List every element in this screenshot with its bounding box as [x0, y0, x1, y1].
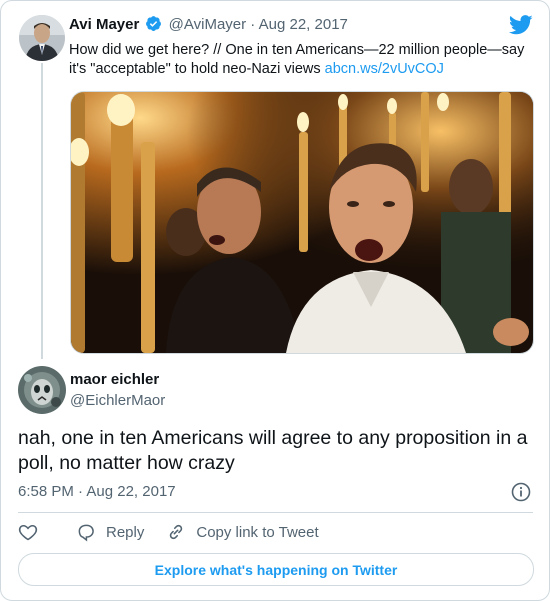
- header-separator: ·: [250, 16, 256, 33]
- timestamp-separator: ·: [78, 483, 84, 500]
- quoted-display-name[interactable]: Avi Mayer: [69, 16, 139, 33]
- thread-connector-line: [41, 63, 43, 359]
- reply-button[interactable]: Reply: [76, 522, 144, 542]
- quoted-handle[interactable]: @AviMayer: [169, 16, 246, 33]
- tweet-date: Aug 22, 2017: [86, 483, 176, 500]
- divider: [18, 512, 533, 513]
- reply-tweet-text: nah, one in ten Americans will agree to …: [18, 427, 528, 474]
- reply-handle[interactable]: @EichlerMaor: [70, 392, 165, 409]
- tweet-time: 6:58 PM: [18, 483, 74, 500]
- quoted-tweet-text: How did we get here? // One in ten Ameri…: [69, 41, 529, 79]
- quoted-tweet-link[interactable]: abcn.ws/2vUvCOJ: [325, 61, 444, 77]
- quoted-date[interactable]: Aug 22, 2017: [259, 16, 348, 33]
- reply-label: Reply: [106, 523, 145, 541]
- link-icon: [170, 524, 183, 540]
- info-icon[interactable]: [511, 482, 531, 507]
- tweet-timestamp[interactable]: 6:58 PM · Aug 22, 2017: [18, 483, 176, 500]
- quoted-tweet-header: Avi Mayer @AviMayer · Aug 22, 2017: [69, 15, 348, 36]
- copy-link-label: Copy link to Tweet: [196, 523, 319, 541]
- heart-icon: [18, 524, 38, 541]
- torch-rally-photo[interactable]: [70, 91, 534, 354]
- reply-display-name[interactable]: maor eichler: [70, 371, 159, 388]
- explore-twitter-button[interactable]: Explore what's happening on Twitter: [18, 553, 534, 586]
- tweet-card: Avi Mayer @AviMayer · Aug 22, 2017 How d…: [0, 0, 550, 601]
- copy-link-button[interactable]: Copy link to Tweet: [166, 522, 319, 542]
- twitter-bird-icon[interactable]: [508, 15, 533, 40]
- avi-mayer-avatar[interactable]: [19, 15, 65, 61]
- verified-badge-icon: [145, 15, 162, 36]
- tweet-actions: Reply Copy link to Tweet: [18, 522, 341, 542]
- quoted-tweet-body: How did we get here? // One in ten Ameri…: [69, 42, 525, 77]
- like-button[interactable]: [18, 522, 48, 542]
- reply-bubble-icon: [78, 524, 94, 542]
- maor-eichler-avatar[interactable]: [18, 366, 66, 414]
